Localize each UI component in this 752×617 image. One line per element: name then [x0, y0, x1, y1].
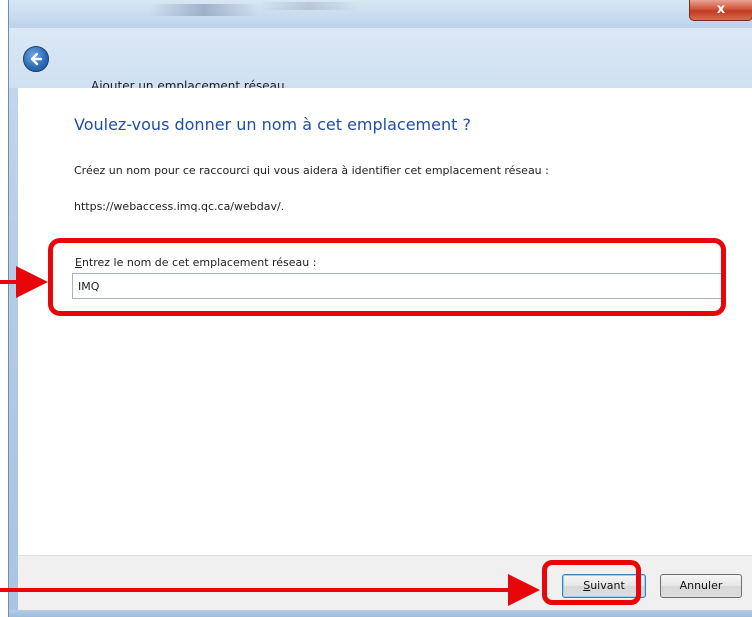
annotation-arrows: [0, 266, 540, 606]
